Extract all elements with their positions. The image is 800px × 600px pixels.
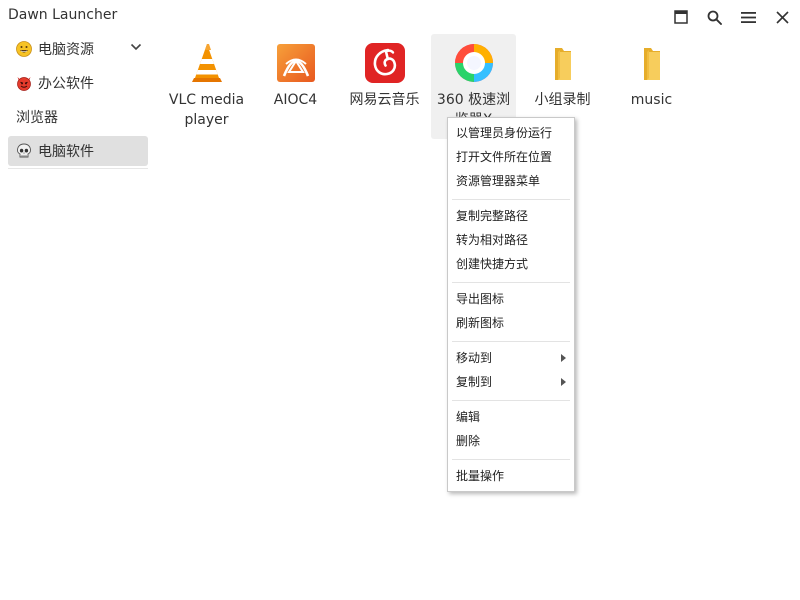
netease-music-icon [365,43,405,83]
menu-item-run-as-admin[interactable]: 以管理员身份运行 [448,122,574,144]
skull-icon [16,143,32,159]
menu-separator [452,199,570,200]
devil-face-icon [16,75,32,91]
menu-separator [452,400,570,401]
menu-item-refresh-icon[interactable]: 刷新图标 [448,312,574,334]
360-browser-icon [455,44,493,82]
app-label: AIOC4 [273,92,318,108]
maximize-button[interactable] [670,6,692,28]
menu-item-copy-to[interactable]: 复制到 [448,371,574,393]
close-button[interactable] [771,6,793,28]
aioc4-icon [277,44,315,82]
sidebar-item-computer-software[interactable]: 电脑软件 [8,136,148,166]
search-button[interactable] [703,6,725,28]
maximize-icon [674,10,688,24]
app-item-netease-music[interactable]: 网易云音乐 [342,34,427,139]
menu-item-label: 移动到 [456,351,493,365]
app-label: 网易云音乐 [349,92,420,108]
search-icon [707,10,722,25]
menu-item-delete[interactable]: 删除 [448,430,574,452]
sidebar-item-computer-resources[interactable]: 电脑资源 [8,34,148,64]
close-icon [775,10,789,24]
folder-icon [644,48,660,80]
menu-item-copy-full-path[interactable]: 复制完整路径 [448,205,574,227]
menu-separator [452,459,570,460]
sidebar-item-label: 办公软件 [38,76,94,92]
sidebar-item-browser[interactable]: 浏览器 [8,102,148,132]
chevron-down-icon[interactable] [130,43,142,51]
menu-item-edit[interactable]: 编辑 [448,406,574,428]
menu-separator [452,282,570,283]
app-item-music[interactable]: music [609,34,694,139]
app-item-aioc4[interactable]: AIOC4 [253,34,338,139]
grinning-face-icon [16,41,32,57]
submenu-arrow-icon [561,378,566,386]
menu-button[interactable] [737,6,759,28]
menu-item-to-relative-path[interactable]: 转为相对路径 [448,229,574,251]
menu-item-label: 复制到 [456,375,493,389]
sidebar-item-label: 电脑资源 [38,42,94,58]
sidebar-item-label: 电脑软件 [38,144,94,160]
menu-icon [740,11,756,23]
app-title: Dawn Launcher [8,7,118,23]
title-bar: Dawn Launcher [0,0,800,34]
sidebar-item-office-software[interactable]: 办公软件 [8,68,148,98]
menu-item-batch-operation[interactable]: 批量操作 [448,465,574,487]
vlc-cone-icon [192,44,222,82]
app-item-vlc[interactable]: VLC media player [164,34,249,139]
sidebar: 电脑资源 办公软件 浏览器 电脑软件 [8,34,148,169]
submenu-arrow-icon [561,354,566,362]
menu-item-create-shortcut[interactable]: 创建快捷方式 [448,253,574,275]
menu-item-open-file-location[interactable]: 打开文件所在位置 [448,146,574,168]
folder-icon [555,48,571,80]
app-label: music [630,92,673,108]
sidebar-divider [8,168,148,169]
menu-item-export-icon[interactable]: 导出图标 [448,288,574,310]
menu-item-explorer-menu[interactable]: 资源管理器菜单 [448,170,574,192]
menu-item-move-to[interactable]: 移动到 [448,347,574,369]
sidebar-item-label: 浏览器 [16,110,58,126]
context-menu: 以管理员身份运行 打开文件所在位置 资源管理器菜单 复制完整路径 转为相对路径 … [447,117,575,492]
app-label: VLC media player [168,92,245,128]
menu-separator [452,341,570,342]
